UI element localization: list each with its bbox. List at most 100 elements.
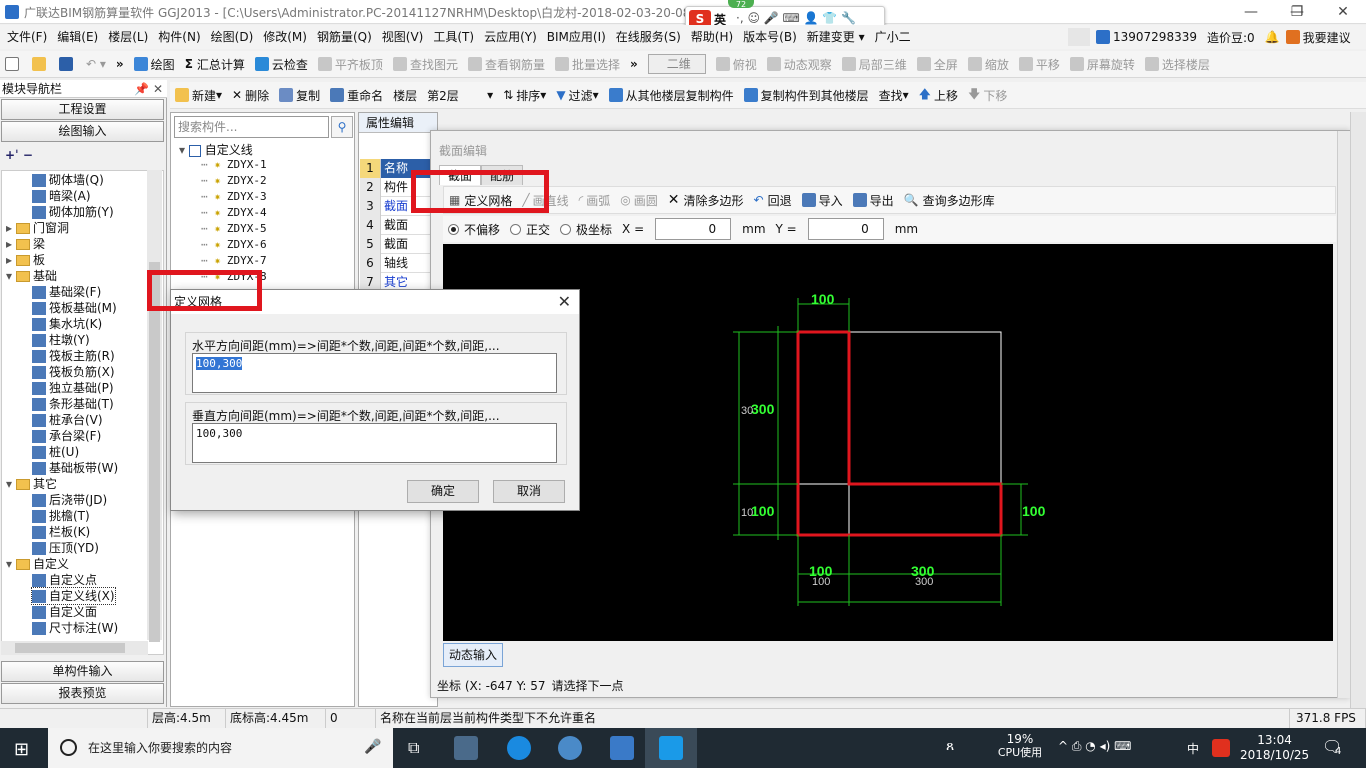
property-row[interactable]: 6 轴线 <box>360 254 436 273</box>
local-3d-button[interactable]: 局部三维 <box>837 52 912 76</box>
new-component-button[interactable]: 新建 ▾ <box>170 83 227 107</box>
expander-icon[interactable]: ▾ <box>6 556 16 572</box>
app-box-icon[interactable] <box>610 736 634 760</box>
component-list-item[interactable]: ⋯ ✷ ZDYX-6 <box>201 237 267 253</box>
nav-tree-item[interactable]: 砌体墙(Q) <box>32 172 104 188</box>
report-preview-button[interactable]: 报表预览 <box>1 683 164 704</box>
ie-icon[interactable] <box>507 736 531 760</box>
query-polygon-lib-button[interactable]: 🔍 查询多边形库 <box>899 188 1000 212</box>
x-offset-input[interactable]: 0 <box>655 218 732 240</box>
main-scrollbar[interactable] <box>1350 112 1366 708</box>
undo-step-button[interactable]: ↶ 回退 <box>749 188 797 212</box>
cpu-usage[interactable]: 19% CPU使用 <box>998 732 1042 760</box>
no-offset-radio[interactable]: 不偏移 <box>443 217 505 241</box>
suggest-link[interactable]: 我要建议 <box>1303 29 1351 46</box>
nav-tree-item[interactable]: ▸ 梁 <box>6 236 45 252</box>
nav-tree-item[interactable]: 挑檐(T) <box>32 508 90 524</box>
y-offset-input[interactable]: 0 <box>807 218 884 240</box>
ime-tools-icons[interactable]: ·, ☺ 🎤 ⌨ 👤 👕 🔧 <box>736 11 856 25</box>
property-tab[interactable]: 属性编辑 <box>359 113 437 133</box>
find-element-button[interactable]: 查找图元 <box>388 52 463 76</box>
expander-icon[interactable]: ▾ <box>6 268 16 284</box>
nav-tree-item[interactable]: 独立基础(P) <box>32 380 114 396</box>
complist-root[interactable]: ▾ 自定义线 <box>179 141 253 158</box>
nav-tree-item[interactable]: 筏板基础(M) <box>32 300 117 316</box>
expander-icon[interactable]: ▸ <box>6 220 16 236</box>
dynamic-input-button[interactable]: 动态输入 <box>443 643 503 667</box>
cloud-check-button[interactable]: 云检查 <box>250 52 313 76</box>
nav-tree-item[interactable]: 基础梁(F) <box>32 284 101 300</box>
nav-tree-item[interactable]: 压顶(YD) <box>32 540 99 556</box>
draw-line-button[interactable]: ╱ 画直线 <box>517 188 573 212</box>
undo-button[interactable]: ↶ ▾ <box>81 52 111 76</box>
component-list-item[interactable]: ⋯ ✷ ZDYX-2 <box>201 173 267 189</box>
tab-section[interactable]: 截面 <box>439 165 482 185</box>
single-input-button[interactable]: 单构件输入 <box>1 661 164 682</box>
nav-tree-item[interactable]: 桩承台(V) <box>32 412 103 428</box>
ime-indicator[interactable]: 中 <box>1187 740 1199 757</box>
h-spacing-input[interactable]: 100,300 <box>192 353 557 393</box>
menu-item-3[interactable]: 构件(N) <box>153 25 205 49</box>
nav-tree-item[interactable]: 栏板(K) <box>32 524 90 540</box>
nav-tree-item[interactable]: 桩(U) <box>32 444 79 460</box>
nav-tree-item[interactable]: 基础板带(W) <box>32 460 118 476</box>
component-list-item[interactable]: ⋯ ✷ ZDYX-8 <box>201 269 267 285</box>
nav-tree-item[interactable]: 筏板主筋(R) <box>32 348 115 364</box>
nav-tree-item[interactable]: 后浇带(JD) <box>32 492 107 508</box>
nav-tree-item[interactable]: ▾ 自定义 <box>6 556 69 572</box>
menu-item-8[interactable]: 工具(T) <box>428 25 479 49</box>
fullscreen-button[interactable]: 全屏 <box>912 52 963 76</box>
menu-item-2[interactable]: 楼层(L) <box>103 25 153 49</box>
batch-select-button[interactable]: 批量选择 <box>550 52 625 76</box>
sum-calc-button[interactable]: Σ 汇总计算 <box>180 52 250 76</box>
nav-tree-item[interactable]: 自定义面 <box>32 604 97 620</box>
import-button[interactable]: 导入 <box>797 188 848 212</box>
nav-tree-item[interactable]: ▸ 门窗洞 <box>6 220 69 236</box>
menu-item-12[interactable]: 帮助(H) <box>686 25 738 49</box>
nav-tree-item[interactable]: ▾ 其它 <box>6 476 57 492</box>
bell-icon[interactable]: 🔔 <box>1265 30 1280 44</box>
nav-tree-item[interactable]: 筏板负筋(X) <box>32 364 115 380</box>
property-row[interactable]: 1 名称 <box>360 159 436 178</box>
rename-button[interactable]: 重命名 <box>325 83 388 107</box>
close-button[interactable]: ✕ <box>1320 0 1366 24</box>
nav-tree-item[interactable]: 集水坑(K) <box>32 316 102 332</box>
account-phone[interactable]: 13907298339 <box>1113 30 1197 44</box>
l-shape-polygon[interactable] <box>796 330 1003 537</box>
taskbar-search[interactable]: 在这里输入你要搜索的内容 <box>48 728 393 768</box>
draw-arc-button[interactable]: ◜ 画弧 <box>574 188 616 212</box>
ok-button[interactable]: 确定 <box>407 480 479 503</box>
nav-tree-item[interactable]: 暗梁(A) <box>32 188 91 204</box>
task-view-icon[interactable]: ⧉ <box>408 738 419 758</box>
draw-button[interactable]: 绘图 <box>129 52 180 76</box>
menu-item-9[interactable]: 云应用(Y) <box>479 25 542 49</box>
sogou-tray-icon[interactable] <box>1212 739 1230 757</box>
new-file-button[interactable] <box>0 52 27 76</box>
expander-icon[interactable]: ▸ <box>6 252 16 268</box>
menu-item-1[interactable]: 编辑(E) <box>52 25 103 49</box>
component-list-item[interactable]: ⋯ ✷ ZDYX-3 <box>201 189 267 205</box>
menu-item-6[interactable]: 钢筋量(Q) <box>312 25 377 49</box>
rotate-button[interactable]: 屏幕旋转 <box>1065 52 1140 76</box>
floor-select[interactable]: 第2层 ▾ <box>422 83 498 107</box>
draw-input-button[interactable]: 绘图输入 <box>1 121 164 142</box>
delete-button[interactable]: ✕ 删除 <box>227 83 274 107</box>
sort-button[interactable]: ⇅ 排序 ▾ <box>498 83 551 107</box>
filter-button[interactable]: ▼ 过滤 ▾ <box>551 83 603 107</box>
menu-item-5[interactable]: 修改(M) <box>258 25 312 49</box>
pin-close-icons[interactable]: 📌 ✕ <box>134 80 163 98</box>
menu-item-10[interactable]: BIM应用(I) <box>542 25 611 49</box>
zoom-button[interactable]: 缩放 <box>963 52 1014 76</box>
dialog-close-icon[interactable]: ✕ <box>558 292 571 311</box>
ortho-radio[interactable]: 正交 <box>505 217 555 241</box>
expander-icon[interactable]: ▸ <box>6 236 16 252</box>
pan-button[interactable]: 平移 <box>1014 52 1065 76</box>
expand-collapse-icons[interactable]: +ˈ − <box>5 148 33 162</box>
component-list-item[interactable]: ⋯ ✷ ZDYX-5 <box>201 221 267 237</box>
property-row[interactable]: 4 截面 <box>360 216 436 235</box>
windows-start-icon[interactable]: ⊞ <box>14 739 29 760</box>
find-button[interactable]: 查找 ▾ <box>874 83 914 107</box>
nav-tree-item[interactable]: 砌体加筋(Y) <box>32 204 114 220</box>
copy-to-floor-button[interactable]: 复制构件到其他楼层 <box>739 83 874 107</box>
app-swirl-icon[interactable] <box>558 736 582 760</box>
